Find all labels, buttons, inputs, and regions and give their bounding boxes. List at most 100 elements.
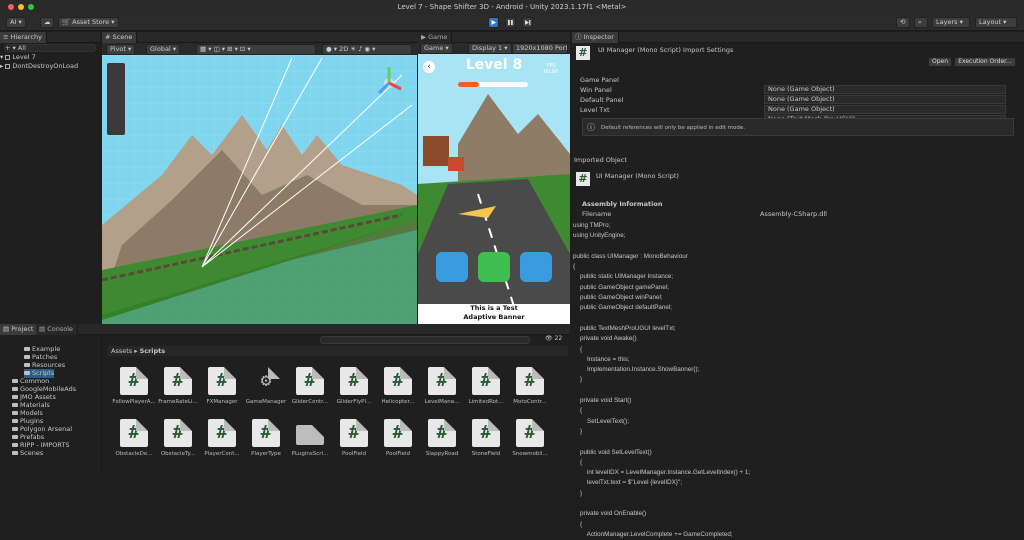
folder-icon[interactable] bbox=[296, 425, 324, 445]
glider-shape-button[interactable] bbox=[478, 252, 510, 282]
code-line: public class UIManager : MonoBehaviour bbox=[573, 252, 688, 260]
global-dropdown[interactable]: Global ▾ bbox=[146, 44, 181, 55]
tab-hierarchy[interactable]: ≡ Hierarchy bbox=[0, 32, 47, 43]
file-label: Helicopter... bbox=[381, 399, 415, 405]
folder-icon bbox=[12, 387, 18, 391]
folder-icon bbox=[12, 451, 18, 455]
hierarchy-panel: + ▾ All ▾ Level 7 ▸ DontDestroyOnLoad bbox=[0, 43, 100, 324]
scene-icon bbox=[5, 63, 11, 69]
script-file-icon[interactable]: # bbox=[208, 367, 236, 395]
pause-button[interactable] bbox=[505, 17, 516, 28]
code-line: private void Awake() bbox=[573, 335, 637, 343]
file-label: PlayerType bbox=[251, 451, 281, 457]
open-button[interactable]: Open bbox=[928, 57, 952, 67]
script-file-icon[interactable]: # bbox=[384, 367, 412, 395]
game-mode-dropdown[interactable]: Game ▾ bbox=[420, 43, 453, 54]
scene-render bbox=[102, 55, 417, 324]
layers-dropdown[interactable]: Layers ▾ bbox=[932, 17, 970, 28]
breadcrumb-root[interactable]: Assets bbox=[111, 347, 132, 355]
scene-tools-palette[interactable] bbox=[107, 63, 125, 135]
cloud-icon[interactable]: ☁ bbox=[40, 17, 54, 28]
script-source: using TMPro; using UnityEngine; public cl… bbox=[573, 221, 750, 540]
script-file-icon[interactable]: # bbox=[472, 367, 500, 395]
script-file-icon[interactable]: # bbox=[120, 419, 148, 447]
code-line: public static UIManager Instance; bbox=[573, 273, 674, 281]
project-header: ▤ Project ▤ Console bbox=[0, 324, 570, 335]
pivot-dropdown[interactable]: Pivot ▾ bbox=[106, 44, 136, 55]
pause-icon bbox=[508, 20, 513, 25]
tree-folder[interactable]: Scenes bbox=[12, 449, 43, 458]
code-line: } bbox=[573, 376, 583, 384]
hierarchy-item[interactable]: ▾ Level 7 bbox=[0, 53, 100, 62]
tab-scene[interactable]: # Scene bbox=[102, 32, 138, 43]
history-icon[interactable]: ⟲ bbox=[896, 17, 910, 28]
script-icon: # bbox=[576, 46, 590, 60]
account-dropdown[interactable]: AI ▾ bbox=[6, 17, 26, 28]
field-default-panel: Default Panel None (Game Object) bbox=[580, 96, 1014, 114]
tab-console[interactable]: ▤ Console bbox=[36, 324, 79, 335]
game-viewport[interactable]: ‹ Level 8 FPS 60.00 This is a Test Adapt… bbox=[418, 54, 570, 324]
hierarchy-header: ≡ Hierarchy bbox=[0, 32, 100, 43]
script-file-icon[interactable]: # bbox=[428, 419, 456, 447]
close-window-button[interactable] bbox=[8, 4, 14, 10]
script-file-icon[interactable]: # bbox=[164, 419, 192, 447]
script-file-icon[interactable]: # bbox=[472, 419, 500, 447]
layout-dropdown[interactable]: Layout ▾ bbox=[975, 17, 1017, 28]
script-file-icon[interactable]: # bbox=[296, 367, 324, 395]
project-search-input[interactable] bbox=[320, 336, 530, 344]
scene-view-options[interactable]: ● ▾ 2D ☀ ♪ ◉ ▾ bbox=[322, 44, 412, 55]
gear-icon[interactable]: ⚙ bbox=[252, 367, 280, 395]
script-file-icon[interactable]: # bbox=[120, 367, 148, 395]
folder-icon bbox=[24, 363, 30, 367]
game-header: ▶ Game bbox=[418, 32, 570, 43]
hierarchy-search-input[interactable]: + ▾ All bbox=[4, 44, 96, 52]
script-file-icon[interactable]: # bbox=[428, 367, 456, 395]
script-file-icon[interactable]: # bbox=[164, 367, 192, 395]
breadcrumb-leaf[interactable]: Scripts bbox=[140, 347, 166, 355]
breadcrumb: Assets ▸ Scripts bbox=[108, 346, 568, 356]
maximize-window-button[interactable] bbox=[28, 4, 34, 10]
script-file-icon[interactable]: # bbox=[516, 367, 544, 395]
step-button[interactable] bbox=[522, 17, 533, 28]
minimize-window-button[interactable] bbox=[18, 4, 24, 10]
play-button[interactable] bbox=[488, 17, 499, 28]
code-line: SetLevelText(); bbox=[573, 417, 629, 425]
tab-inspector[interactable]: ⓘ Inspector bbox=[572, 32, 619, 43]
script-file-icon[interactable]: # bbox=[252, 419, 280, 447]
folder-icon bbox=[12, 427, 18, 431]
file-label: FXManager bbox=[206, 399, 238, 405]
code-line: } bbox=[573, 489, 583, 497]
code-line: { bbox=[573, 520, 583, 528]
boat-shape-button[interactable] bbox=[520, 252, 552, 282]
window-controls[interactable] bbox=[8, 4, 34, 10]
file-label: Snowmobil... bbox=[512, 451, 548, 457]
execution-order-button[interactable]: Execution Order... bbox=[954, 57, 1016, 67]
scene-orientation-gizmo[interactable] bbox=[374, 63, 404, 103]
inspector-title: UI Manager (Mono Script) Import Settings bbox=[598, 46, 734, 54]
script-file-icon[interactable]: # bbox=[340, 367, 368, 395]
tab-game[interactable]: ▶ Game bbox=[418, 32, 453, 43]
search-icon[interactable]: ⌕ bbox=[914, 17, 928, 28]
asset-store-button[interactable]: 🛒 Asset Store ▾ bbox=[58, 17, 119, 28]
script-file-icon[interactable]: # bbox=[384, 419, 412, 447]
display-dropdown[interactable]: Display 1 ▾ bbox=[468, 43, 512, 54]
tab-project[interactable]: ▤ Project bbox=[0, 324, 39, 335]
code-line: Instance = this; bbox=[573, 355, 630, 363]
script-file-icon[interactable]: # bbox=[208, 419, 236, 447]
file-label: SlappyRoad bbox=[425, 451, 459, 457]
scene-viewport[interactable] bbox=[102, 55, 417, 324]
resolution-dropdown[interactable]: 1920x1080 Portrait bbox=[512, 43, 568, 54]
scene-gizmo-toolbar[interactable]: ▦ ▾ ◫ ▾ ⊞ ▾ ⊡ ▾ bbox=[196, 44, 316, 55]
car-shape-button[interactable] bbox=[436, 252, 468, 282]
script-file-icon[interactable]: # bbox=[516, 419, 544, 447]
folder-icon bbox=[12, 395, 18, 399]
code-line: public TextMeshProUGUI levelTxt; bbox=[573, 324, 676, 332]
filename-value: Assembly-CSharp.dll bbox=[760, 210, 827, 218]
hierarchy-item[interactable]: ▸ DontDestroyOnLoad bbox=[0, 62, 100, 71]
script-file-icon[interactable]: # bbox=[340, 419, 368, 447]
file-label: FollowPlayerA... bbox=[112, 399, 156, 405]
ad-banner[interactable]: This is a Test Adaptive Banner bbox=[418, 304, 570, 324]
